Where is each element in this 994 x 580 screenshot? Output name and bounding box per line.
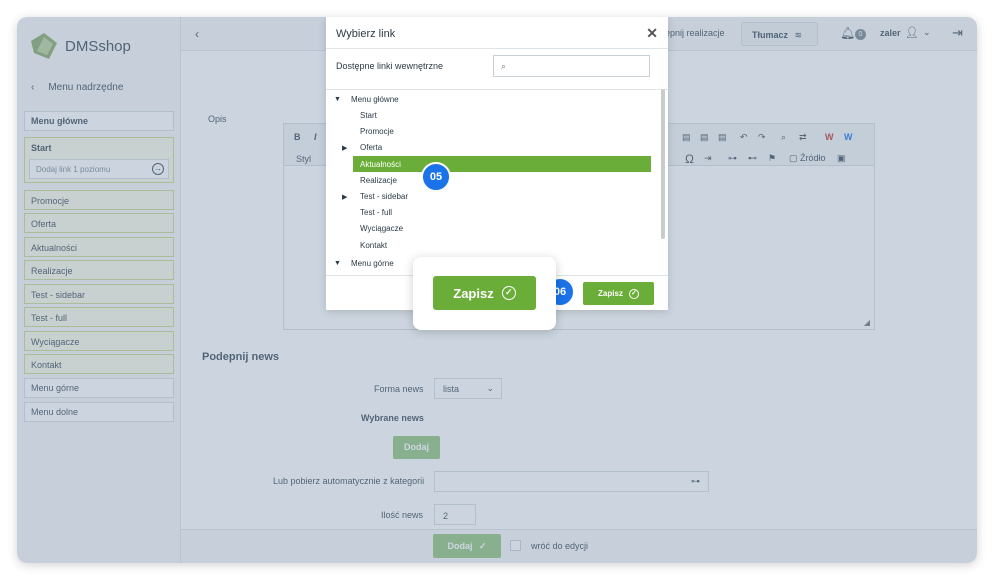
modal-title: Wybierz link <box>336 28 396 40</box>
tree-item[interactable]: Test - full <box>360 208 392 217</box>
app: DMSshop ‹ Menu nadrzędne Menu główne Sta… <box>17 17 977 563</box>
step-badge-05: 05 <box>421 162 451 192</box>
triangle-right-icon[interactable]: ▶ <box>342 193 347 201</box>
tree-item[interactable]: Promocje <box>360 127 394 136</box>
tree-item[interactable]: Start <box>360 111 377 120</box>
save-label: Zapisz <box>598 289 623 298</box>
tree-item[interactable]: Realizacje <box>360 176 397 185</box>
save-label-magnified: Zapisz <box>453 285 494 301</box>
link-search-input[interactable]: ⌕ <box>493 55 650 77</box>
tree-item[interactable]: Menu górne <box>351 259 394 268</box>
tree-item[interactable]: Test - sidebar <box>360 192 408 201</box>
save-button[interactable]: Zapisz ✓ <box>583 282 654 305</box>
tree-item[interactable]: Kontakt <box>360 241 387 250</box>
tree-item-selected[interactable]: Aktualności <box>360 160 401 169</box>
tree-item[interactable]: Menu główne <box>351 95 399 104</box>
modal-subtitle: Dostępne linki wewnętrzne <box>336 61 444 71</box>
triangle-down-icon[interactable]: ▼ <box>334 260 341 267</box>
check-circle-icon: ✓ <box>628 288 639 299</box>
triangle-down-icon[interactable]: ▼ <box>334 96 341 103</box>
tree-item[interactable]: Oferta <box>360 143 382 152</box>
check-circle-icon: ✓ <box>501 286 516 300</box>
tree-scrollbar[interactable] <box>661 89 665 239</box>
search-icon: ⌕ <box>501 61 507 71</box>
link-tree: ▼ Menu główne Start Promocje ▶ Oferta Ak… <box>326 89 668 275</box>
save-callout: Zapisz ✓ <box>413 257 556 330</box>
triangle-right-icon[interactable]: ▶ <box>342 144 347 152</box>
screenshot-frame: DMSshop ‹ Menu nadrzędne Menu główne Sta… <box>17 17 977 563</box>
tree-item[interactable]: Wyciągacze <box>360 224 403 233</box>
modal-header: Wybierz link ✕ <box>326 17 668 49</box>
save-button-magnified[interactable]: Zapisz ✓ <box>433 276 536 310</box>
close-icon[interactable]: ✕ <box>646 25 658 42</box>
